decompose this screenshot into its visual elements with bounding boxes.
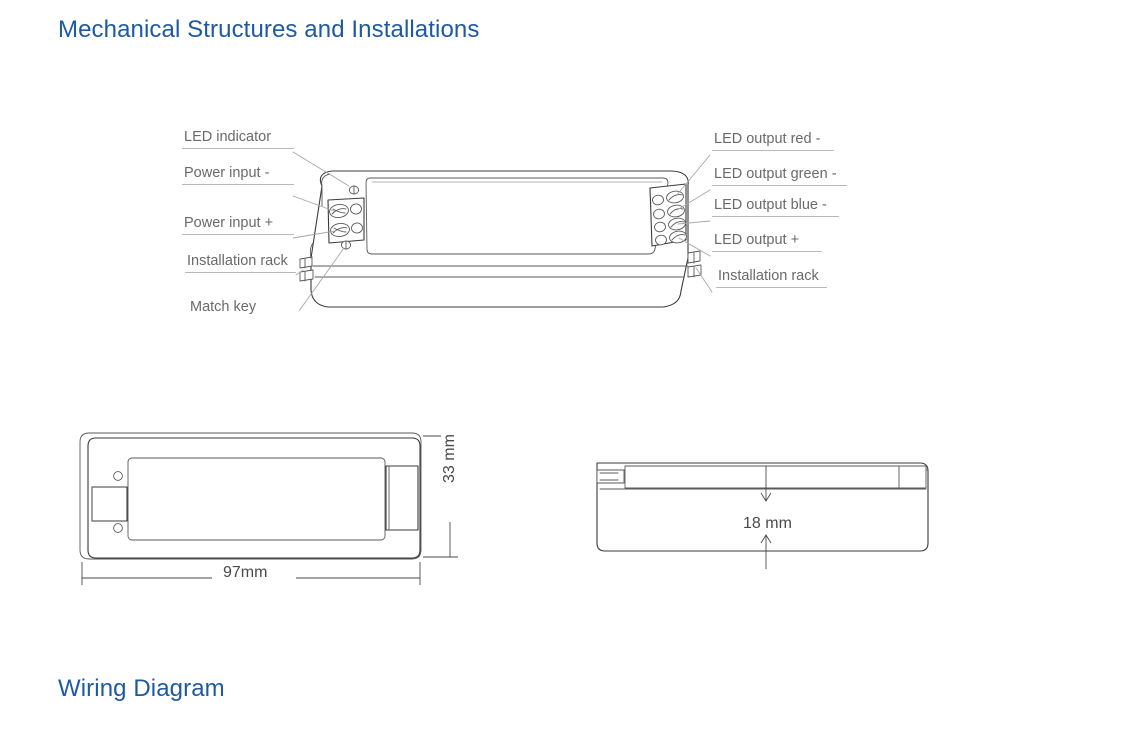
callout-match-key: Match key [188, 300, 299, 318]
callout-led-output-positive-label: LED output + [714, 232, 800, 248]
callout-rule [716, 286, 827, 288]
callout-rule [712, 149, 834, 151]
top-view-led-hole [113, 471, 123, 481]
power-terminal-block [327, 197, 365, 244]
callout-led-output-blue: LED output blue - [712, 198, 839, 217]
dimension-label-width: 97mm [217, 564, 274, 582]
callout-installation-rack-right-label: Installation rack [718, 268, 819, 284]
led-indicator-hole [348, 185, 360, 195]
callout-rule [185, 271, 296, 273]
callout-led-output-green-label: LED output green - [714, 166, 837, 182]
callout-installation-rack-left-label: Installation rack [187, 253, 288, 269]
callout-led-indicator: LED indicator [182, 130, 294, 149]
callout-rule [182, 233, 294, 235]
callout-match-key-label: Match key [190, 299, 257, 315]
technical-drawing-layer [79, 151, 929, 585]
top-view [79, 432, 458, 585]
led-output-terminal-block [649, 183, 687, 247]
callout-power-input-negative: Power input - [182, 166, 294, 185]
callout-led-indicator-label: LED indicator [184, 129, 272, 145]
callout-led-output-red: LED output red - [712, 132, 834, 151]
top-view-right-terminal [385, 465, 419, 531]
callout-led-output-positive: LED output + [712, 233, 822, 252]
callout-power-input-positive-label: Power input + [184, 215, 274, 231]
callout-led-output-red-label: LED output red - [714, 131, 821, 147]
callout-power-input-positive: Power input + [182, 216, 294, 235]
callout-led-output-blue-label: LED output blue - [714, 197, 827, 213]
callout-power-input-negative-label: Power input - [184, 165, 270, 181]
callout-rule [712, 250, 822, 252]
callout-led-output-green: LED output green - [712, 167, 847, 186]
callout-rule [182, 147, 294, 149]
callout-rule [712, 184, 847, 186]
match-key-hole [340, 240, 352, 250]
callout-installation-rack-left: Installation rack [185, 254, 296, 273]
dimension-label-height: 18 mm [737, 515, 798, 533]
top-view-left-terminal [91, 486, 128, 522]
callout-rule [182, 183, 294, 185]
top-view-match-key-hole [113, 523, 123, 533]
callout-installation-rack-right: Installation rack [716, 269, 827, 288]
side-view-left-tab [596, 469, 625, 484]
side-view-right-tab [898, 465, 927, 489]
perspective-view [299, 170, 702, 308]
dimension-label-depth: 33 mm [441, 430, 459, 487]
callout-rule [712, 215, 839, 217]
